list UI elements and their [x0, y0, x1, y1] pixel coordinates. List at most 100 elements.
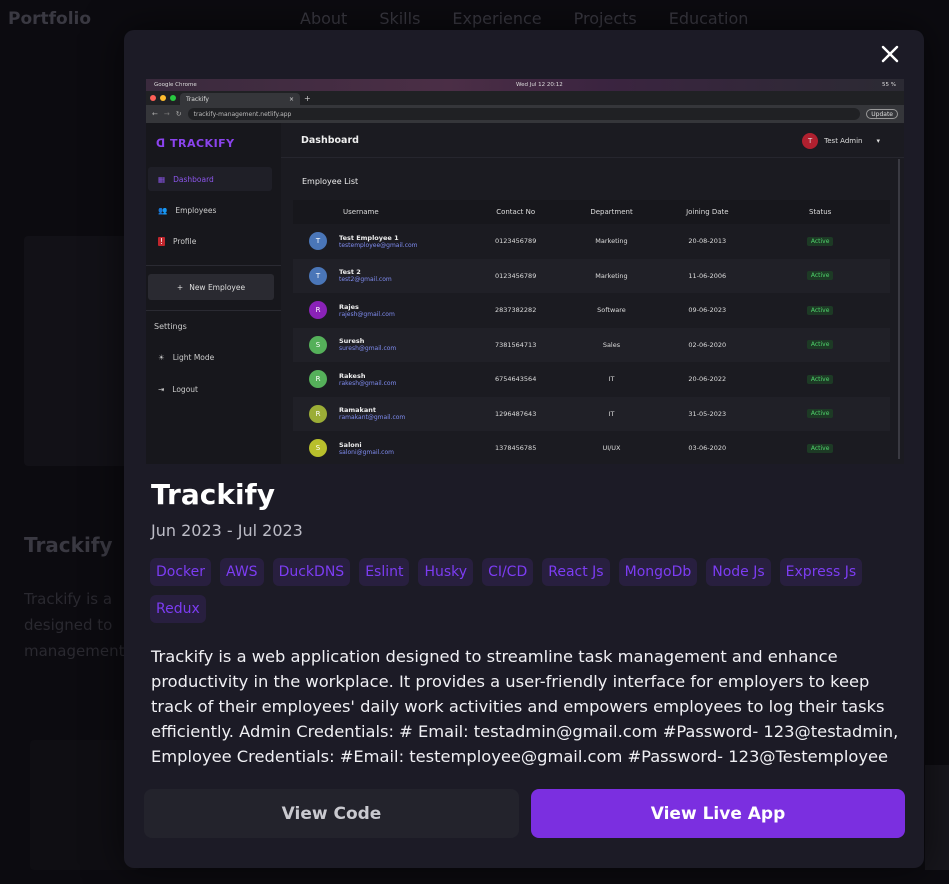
- profile-icon: !: [158, 236, 166, 246]
- background-project-title: Trackify: [24, 533, 113, 557]
- employee-department: Marketing: [595, 237, 628, 246]
- table-row: R Rajes rajesh@gmail.com 2837382282 Software…: [293, 293, 890, 328]
- status-badge: Active: [806, 443, 834, 453]
- users-icon: 👥: [158, 205, 168, 215]
- background-logo: Portfolio: [8, 9, 92, 29]
- sidebar-item-light-mode: ☀ Light Mode: [158, 352, 215, 362]
- avatar: T: [802, 133, 819, 149]
- employee-email: test2@gmail.com: [339, 276, 392, 284]
- update-button: Update: [866, 109, 898, 119]
- employee-department: Sales: [602, 340, 621, 349]
- new-employee-button: + New Employee: [148, 274, 274, 300]
- employee-name: Suresh: [339, 337, 365, 346]
- table-row: S Saloni saloni@gmail.com 1378456785 UI/UX 03…: [293, 431, 890, 464]
- sidebar-item-profile: ! Profile: [158, 236, 197, 246]
- table-row: T Test Employee 1 testemployee@gmail.com 01…: [293, 224, 890, 259]
- employee-table: Username Contact No Department Joining D…: [293, 200, 890, 464]
- background-project-image: [24, 236, 134, 466]
- employee-email: testemployee@gmail.com: [339, 241, 418, 249]
- settings-heading: Settings: [154, 322, 187, 331]
- nav-link-experience: Experience: [452, 9, 542, 28]
- tech-tag: Husky: [418, 558, 474, 586]
- tech-tag: Eslint: [359, 558, 410, 586]
- employee-list-title: Employee List: [302, 177, 359, 186]
- browser-tab-bar: Trackify × +: [146, 91, 904, 105]
- avatar: R: [309, 370, 327, 389]
- browser-tab: Trackify ×: [180, 93, 300, 105]
- tab-close-icon: ×: [288, 95, 294, 103]
- employee-email: saloni@gmail.com: [339, 448, 394, 456]
- nav-link-education: Education: [668, 9, 749, 28]
- close-icon: [881, 45, 899, 63]
- tech-tag: Docker: [150, 558, 212, 586]
- status-badge: Active: [806, 340, 834, 350]
- url-field: trackify-management.netlify.app: [187, 108, 861, 120]
- tech-tag: Express Js: [779, 558, 863, 586]
- tech-tag: React Js: [542, 558, 610, 586]
- employee-email: ramakant@gmail.com: [339, 414, 406, 422]
- employee-department: Software: [597, 306, 626, 315]
- employee-department: UI/UX: [602, 444, 621, 453]
- employee-name: Saloni: [339, 440, 362, 449]
- employee-joining-date: 20-08-2013: [688, 237, 727, 246]
- nav-link-skills: Skills: [379, 9, 421, 28]
- browser-address-bar: ← → ↻ trackify-management.netlify.app Up…: [146, 105, 904, 123]
- table-body: T Test Employee 1 testemployee@gmail.com 01…: [293, 224, 890, 464]
- trackify-logo: ᗡ TRACKIFY: [156, 137, 235, 150]
- employee-phone: 2837382282: [494, 306, 537, 315]
- employee-department: Marketing: [595, 271, 628, 280]
- background-card: [925, 765, 949, 870]
- employee-department: IT: [608, 375, 615, 384]
- app-page-title: Dashboard: [301, 135, 359, 146]
- employee-phone: 0123456789: [494, 237, 537, 246]
- employee-phone: 6754643564: [494, 375, 537, 384]
- employee-email: rakesh@gmail.com: [339, 379, 397, 387]
- window-close-dot: [150, 95, 156, 101]
- tech-tag: DuckDNS: [272, 558, 351, 586]
- status-badge: Active: [806, 409, 834, 419]
- nav-link-projects: Projects: [573, 9, 637, 28]
- employee-joining-date: 31-05-2023: [688, 409, 727, 418]
- avatar: R: [309, 301, 327, 320]
- nav-link-about: About: [300, 9, 348, 28]
- chevron-down-icon: ▾: [876, 137, 880, 145]
- status-badge: Active: [806, 271, 834, 281]
- project-date: Jun 2023 - Jul 2023: [151, 521, 303, 540]
- table-row: T Test 2 test2@gmail.com 0123456789 Marketin…: [293, 258, 890, 293]
- app-sidebar: ᗡ TRACKIFY ▦ Dashboard 👥 Employees ! Profil…: [146, 123, 281, 464]
- employee-department: IT: [608, 409, 615, 418]
- back-icon: ←: [152, 110, 158, 118]
- tech-tag: AWS: [220, 558, 264, 586]
- trackify-app: ᗡ TRACKIFY ▦ Dashboard 👥 Employees ! Profil…: [146, 123, 904, 464]
- os-battery: 55 %: [882, 82, 896, 88]
- tech-tag: Node Js: [706, 558, 771, 586]
- status-badge: Active: [806, 236, 834, 246]
- reload-icon: ↻: [175, 110, 182, 118]
- forward-icon: →: [163, 110, 170, 118]
- view-live-app-button[interactable]: View Live App: [531, 789, 905, 838]
- tech-tag: Redux: [150, 595, 206, 623]
- avatar: R: [309, 404, 327, 423]
- trackify-logo-icon: ᗡ: [156, 137, 166, 150]
- background-nav-links: About Skills Experience Projects Educati…: [300, 9, 748, 28]
- table-row: R Ramakant ramakant@gmail.com 1296487643 IT 3…: [293, 396, 890, 431]
- sidebar-item-logout: ⇥ Logout: [158, 384, 198, 394]
- employee-phone: 7381564713: [494, 340, 537, 349]
- employee-phone: 0123456789: [494, 271, 537, 280]
- table-row: R Rakesh rakesh@gmail.com 6754643564 IT 20-06…: [293, 362, 890, 397]
- sidebar-divider: [146, 310, 281, 311]
- tech-tag: MongoDb: [618, 558, 698, 586]
- employee-phone: 1296487643: [494, 409, 537, 418]
- employee-name: Test 2: [339, 268, 361, 277]
- view-code-button[interactable]: View Code: [144, 789, 519, 838]
- table-row: S Suresh suresh@gmail.com 7381564713 Sales 02…: [293, 327, 890, 362]
- sidebar-item-dashboard: ▦ Dashboard: [148, 167, 272, 191]
- project-description: Trackify is a web application designed t…: [151, 647, 899, 766]
- close-button[interactable]: [876, 40, 904, 68]
- employee-email: suresh@gmail.com: [339, 345, 397, 353]
- avatar: T: [309, 266, 327, 285]
- avatar: T: [309, 232, 327, 251]
- new-tab-icon: +: [304, 93, 311, 103]
- tech-tags: Docker AWS DuckDNS Eslint Husky CI/CD React Js…: [150, 558, 910, 623]
- sun-icon: ☀: [158, 352, 165, 362]
